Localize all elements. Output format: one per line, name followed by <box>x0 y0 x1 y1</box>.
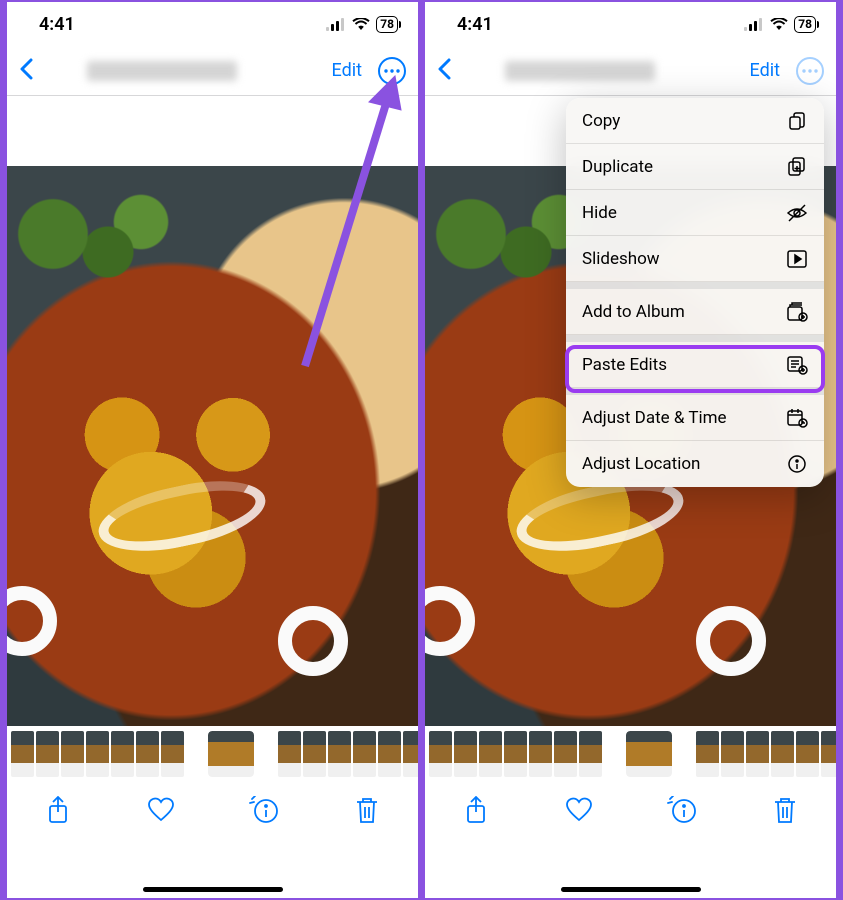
clock: 4:41 <box>39 14 75 35</box>
thumb[interactable] <box>821 731 836 777</box>
thumb[interactable] <box>504 731 527 777</box>
home-indicator[interactable] <box>143 887 283 892</box>
thumb[interactable] <box>696 731 719 777</box>
menu-copy[interactable]: Copy <box>566 98 824 144</box>
favorite-button[interactable] <box>557 788 601 832</box>
cellular-icon <box>744 18 764 31</box>
location-icon <box>786 454 808 474</box>
title-obscured <box>87 61 237 81</box>
thumb[interactable] <box>378 731 401 777</box>
edit-button[interactable]: Edit <box>750 60 780 81</box>
menu-adjust-location[interactable]: Adjust Location <box>566 441 824 487</box>
thumb[interactable] <box>111 731 134 777</box>
menu-label: Duplicate <box>582 157 653 177</box>
menu-label: Copy <box>582 111 620 131</box>
paste-edits-icon <box>786 355 808 375</box>
thumb[interactable] <box>136 731 159 777</box>
slideshow-icon <box>786 250 808 268</box>
status-bar: 4:41 78 <box>425 2 836 46</box>
info-button[interactable] <box>242 788 286 832</box>
album-icon <box>786 302 808 322</box>
thumb[interactable] <box>721 731 744 777</box>
thumb[interactable] <box>429 731 452 777</box>
delete-button[interactable] <box>763 788 807 832</box>
nav-bar: Edit <box>7 46 418 96</box>
menu-label: Paste Edits <box>582 355 667 375</box>
thumbnail-strip[interactable] <box>425 726 836 782</box>
thumb[interactable] <box>36 731 59 777</box>
menu-label: Slideshow <box>582 249 660 269</box>
title-obscured <box>505 61 655 81</box>
thumb[interactable] <box>403 731 418 777</box>
thumb[interactable] <box>86 731 109 777</box>
thumb[interactable] <box>529 731 552 777</box>
thumb[interactable] <box>796 731 819 777</box>
menu-label: Add to Album <box>582 302 685 322</box>
back-button[interactable] <box>437 58 453 84</box>
clock: 4:41 <box>457 14 493 35</box>
thumb[interactable] <box>303 731 326 777</box>
menu-hide[interactable]: Hide <box>566 190 824 236</box>
share-button[interactable] <box>454 788 498 832</box>
menu-adjust-date-time[interactable]: Adjust Date & Time <box>566 395 824 441</box>
edit-button[interactable]: Edit <box>332 60 362 81</box>
thumb[interactable] <box>771 731 794 777</box>
hide-icon <box>786 204 808 222</box>
menu-paste-edits[interactable]: Paste Edits <box>566 342 824 388</box>
thumb[interactable] <box>328 731 351 777</box>
photo-viewer[interactable] <box>7 166 418 726</box>
delete-button[interactable] <box>345 788 389 832</box>
wifi-icon <box>770 18 788 31</box>
thumb-current[interactable] <box>626 731 672 777</box>
calendar-icon <box>786 408 808 428</box>
cellular-icon <box>326 18 346 31</box>
thumbnail-strip[interactable] <box>7 726 418 782</box>
wifi-icon <box>352 18 370 31</box>
info-button[interactable] <box>660 788 704 832</box>
bottom-toolbar <box>425 782 836 838</box>
menu-slideshow[interactable]: Slideshow <box>566 236 824 282</box>
menu-label: Adjust Date & Time <box>582 408 727 428</box>
thumb[interactable] <box>579 731 602 777</box>
menu-label: Hide <box>582 203 617 223</box>
thumb[interactable] <box>554 731 577 777</box>
thumb[interactable] <box>353 731 376 777</box>
thumb[interactable] <box>161 731 184 777</box>
home-indicator[interactable] <box>561 887 701 892</box>
back-button[interactable] <box>19 58 35 84</box>
phone-left: 4:41 78 Edit <box>7 2 418 898</box>
menu-add-to-album[interactable]: Add to Album <box>566 289 824 335</box>
menu-label: Adjust Location <box>582 454 700 474</box>
nav-bar: Edit <box>425 46 836 96</box>
context-menu: Copy Duplicate Hide Slideshow Add to Alb… <box>566 98 824 487</box>
thumb[interactable] <box>454 731 477 777</box>
thumb[interactable] <box>61 731 84 777</box>
phone-right: 4:41 78 Edit <box>425 2 836 898</box>
thumb[interactable] <box>278 731 301 777</box>
status-bar: 4:41 78 <box>7 2 418 46</box>
share-button[interactable] <box>36 788 80 832</box>
copy-icon <box>786 111 808 131</box>
battery-icon: 78 <box>376 16 398 33</box>
more-button[interactable] <box>796 57 824 85</box>
bottom-toolbar <box>7 782 418 838</box>
thumb[interactable] <box>746 731 769 777</box>
duplicate-icon <box>786 157 808 177</box>
more-button[interactable] <box>378 57 406 85</box>
thumb[interactable] <box>11 731 34 777</box>
battery-icon: 78 <box>794 16 816 33</box>
thumb[interactable] <box>479 731 502 777</box>
favorite-button[interactable] <box>139 788 183 832</box>
thumb-current[interactable] <box>208 731 254 777</box>
menu-duplicate[interactable]: Duplicate <box>566 144 824 190</box>
